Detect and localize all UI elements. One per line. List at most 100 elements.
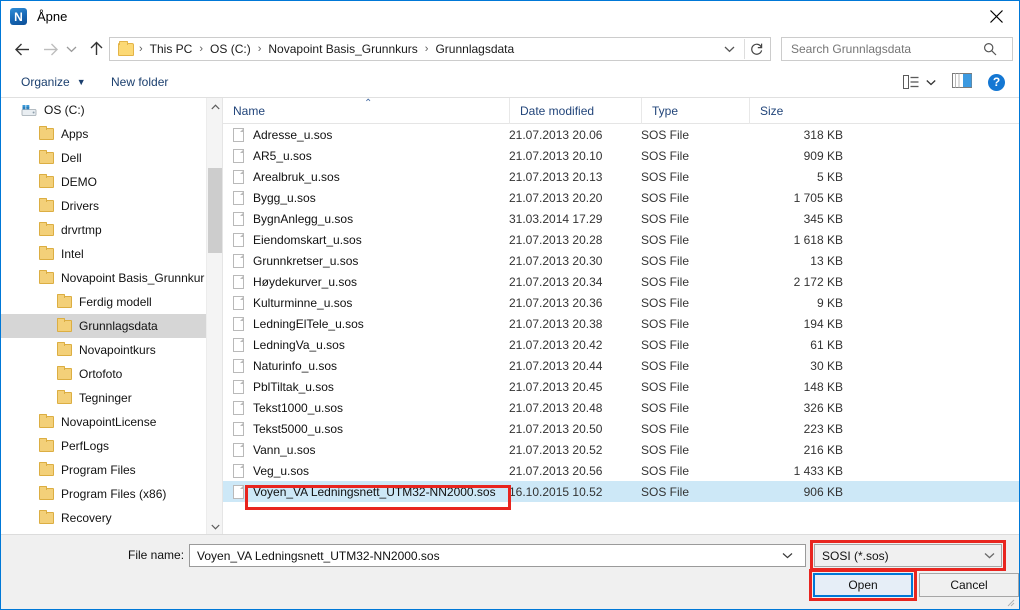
refresh-button[interactable]	[744, 39, 768, 59]
breadcrumb-separator: ›	[139, 43, 143, 55]
recent-locations-button[interactable]	[61, 34, 81, 64]
file-row[interactable]: LedningVa_u.sos 21.07.2013 20.42 SOS File 6…	[223, 334, 1019, 355]
folder-icon	[57, 366, 72, 380]
tree-item[interactable]: Novapointkurs	[1, 338, 222, 362]
file-row[interactable]: Voyen_VA Ledningsnett_UTM32-NN2000.sos 16…	[223, 481, 1019, 502]
tree-item[interactable]: Ferdig modell	[1, 290, 222, 314]
file-name-cell: Voyen_VA Ledningsnett_UTM32-NN2000.sos	[223, 484, 509, 499]
file-size-cell: 148 KB	[803, 379, 843, 394]
breadcrumb[interactable]: › This PC › OS (C:) › Novapoint Basis_Gr…	[109, 37, 771, 61]
chevron-down-icon	[926, 79, 936, 85]
search-box[interactable]	[781, 37, 1013, 61]
file-date-cell: 31.03.2014 17.29	[509, 211, 603, 226]
tree-item[interactable]: Ortofoto	[1, 362, 222, 386]
file-row[interactable]: Høydekurver_u.sos 21.07.2013 20.34 SOS Fil…	[223, 271, 1019, 292]
tree-item[interactable]: DEMO	[1, 170, 222, 194]
file-row[interactable]: Bygg_u.sos 21.07.2013 20.20 SOS File 1 705 …	[223, 187, 1019, 208]
file-row[interactable]: BygnAnlegg_u.sos 31.03.2014 17.29 SOS File…	[223, 208, 1019, 229]
tree-item[interactable]: Apps	[1, 122, 222, 146]
file-name-input[interactable]	[190, 546, 775, 565]
file-date-cell: 21.07.2013 20.38	[509, 316, 603, 331]
file-name-cell: Naturinfo_u.sos	[223, 358, 509, 373]
file-row[interactable]: Naturinfo_u.sos 21.07.2013 20.44 SOS File 3…	[223, 355, 1019, 376]
tree-item[interactable]: OS (C:)	[1, 98, 222, 122]
file-row[interactable]: Tekst5000_u.sos 21.07.2013 20.50 SOS File 2…	[223, 418, 1019, 439]
breadcrumb-item-novapoint-basis[interactable]: Novapoint Basis_Grunnkurs	[266, 42, 419, 56]
open-button[interactable]: Open	[813, 573, 913, 597]
file-row[interactable]: LedningElTele_u.sos 21.07.2013 20.38 SOS F…	[223, 313, 1019, 334]
breadcrumb-item-grunnlagsdata[interactable]: Grunnlagsdata	[433, 42, 516, 56]
file-row[interactable]: Arealbruk_u.sos 21.07.2013 20.13 SOS File 5…	[223, 166, 1019, 187]
file-row[interactable]: Kulturminne_u.sos 21.07.2013 20.36 SOS Fil…	[223, 292, 1019, 313]
file-name-cell: Eiendomskart_u.sos	[223, 232, 509, 247]
file-name-text: BygnAnlegg_u.sos	[253, 211, 354, 226]
tree-item[interactable]: PerfLogs	[1, 434, 222, 458]
help-button[interactable]: ?	[988, 73, 1005, 91]
file-name-text: Høydekurver_u.sos	[253, 274, 358, 289]
tree-item[interactable]: drvrtmp	[1, 218, 222, 242]
resize-grip[interactable]	[1005, 596, 1015, 607]
file-size-cell: 216 KB	[803, 442, 843, 457]
document-icon	[233, 337, 244, 352]
scrollbar-thumb[interactable]	[208, 168, 222, 253]
file-name-text: Bygg_u.sos	[253, 190, 316, 205]
column-header-name[interactable]: Name ⌃	[223, 98, 509, 124]
organize-button[interactable]: Organize ▼	[15, 67, 92, 97]
file-name-box[interactable]	[189, 544, 806, 567]
file-name-text: PblTiltak_u.sos	[253, 379, 334, 394]
change-view-button[interactable]	[903, 74, 936, 90]
file-row[interactable]: Adresse_u.sos 21.07.2013 20.06 SOS File 318…	[223, 124, 1019, 145]
scroll-up-button[interactable]	[207, 98, 222, 115]
file-size-cell: 2 172 KB	[793, 274, 843, 289]
file-row[interactable]: PblTiltak_u.sos 21.07.2013 20.45 SOS File 1…	[223, 376, 1019, 397]
column-header-type[interactable]: Type	[641, 97, 749, 124]
tree-item[interactable]: NovapointLicense	[1, 410, 222, 434]
tree-item[interactable]: Program Files	[1, 458, 222, 482]
tree-item[interactable]: Grunnlagsdata	[1, 314, 222, 338]
tree-item[interactable]: Program Files (x86)	[1, 482, 222, 506]
close-button[interactable]	[973, 1, 1019, 32]
breadcrumb-item-os-c[interactable]: OS (C:)	[208, 42, 253, 56]
window-title: Åpne	[37, 9, 68, 24]
up-button[interactable]	[83, 34, 109, 64]
file-row[interactable]: Veg_u.sos 21.07.2013 20.56 SOS File 1 433 K…	[223, 460, 1019, 481]
tree-item[interactable]: Recovery	[1, 506, 222, 530]
file-date-cell: 21.07.2013 20.34	[509, 274, 603, 289]
sort-ascending-icon: ⌃	[364, 97, 373, 109]
file-name-cell: LedningElTele_u.sos	[223, 316, 509, 331]
folder-icon	[57, 390, 72, 404]
tree-item[interactable]: Tegninger	[1, 386, 222, 410]
cancel-button[interactable]: Cancel	[919, 573, 1019, 597]
folder-icon	[39, 510, 54, 524]
file-type-dropdown[interactable]: SOSI (*.sos)	[814, 544, 1002, 567]
file-row[interactable]: Tekst1000_u.sos 21.07.2013 20.48 SOS File 3…	[223, 397, 1019, 418]
breadcrumb-dropdown-button[interactable]	[718, 38, 740, 60]
document-icon	[233, 232, 244, 247]
tree-scrollbar[interactable]	[206, 98, 222, 535]
search-input[interactable]	[782, 39, 978, 59]
file-row[interactable]: AR5_u.sos 21.07.2013 20.10 SOS File 909 KB	[223, 145, 1019, 166]
preview-pane-button[interactable]	[952, 73, 972, 91]
file-name-text: Voyen_VA Ledningsnett_UTM32-NN2000.sos	[253, 484, 496, 499]
breadcrumb-item-this-pc[interactable]: This PC	[148, 42, 195, 56]
column-header-size[interactable]: Size	[749, 97, 855, 124]
chevron-down-icon: ▼	[76, 77, 86, 87]
file-row[interactable]: Vann_u.sos 21.07.2013 20.52 SOS File 216 KB	[223, 439, 1019, 460]
new-folder-button[interactable]: New folder	[105, 67, 174, 97]
tree-item[interactable]: Intel	[1, 242, 222, 266]
file-size-cell: 1 433 KB	[793, 463, 843, 478]
tree-item[interactable]: Dell	[1, 146, 222, 170]
scroll-down-button[interactable]	[207, 518, 222, 535]
file-size-cell: 223 KB	[803, 421, 843, 436]
tree-item[interactable]: Drivers	[1, 194, 222, 218]
file-row[interactable]: Grunnkretser_u.sos 21.07.2013 20.30 SOS Fi…	[223, 250, 1019, 271]
file-name-dropdown-button[interactable]	[775, 552, 799, 559]
tree-item[interactable]: Novapoint Basis_Grunnkur	[1, 266, 222, 290]
column-header-date-modified[interactable]: Date modified	[509, 97, 641, 124]
back-button[interactable]	[9, 34, 35, 64]
folder-icon	[39, 270, 54, 284]
column-header-type-label: Type	[652, 103, 679, 118]
file-row[interactable]: Eiendomskart_u.sos 21.07.2013 20.28 SOS Fi…	[223, 229, 1019, 250]
navigation-bar: › This PC › OS (C:) › Novapoint Basis_Gr…	[1, 34, 1019, 64]
tree-item-label: PerfLogs	[61, 439, 110, 453]
